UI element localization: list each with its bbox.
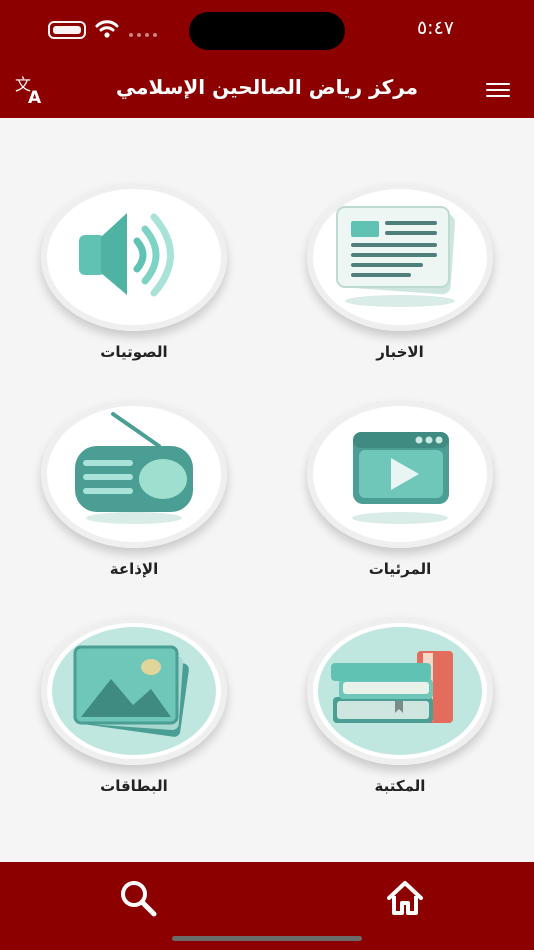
video-player-icon (352, 432, 449, 524)
speaker-icon (79, 213, 174, 297)
page-title: مركز رياض الصالحين الإسلامي (115, 75, 419, 99)
app-header: 文 A مركز رياض الصالحين الإسلامي (0, 60, 534, 118)
status-time: ٥:٤٧ (416, 17, 454, 39)
tile-library[interactable]: المكتبة (307, 617, 497, 817)
tile-audio-circle (41, 183, 227, 331)
tile-cards[interactable]: البطاقات (41, 617, 231, 817)
tile-cards-label: البطاقات (100, 777, 168, 795)
tile-radio-label: الإذاعة (109, 560, 159, 578)
top-bar: ٥:٤٧ 文 A مركز رياض الصالحين الإسلامي (0, 0, 534, 118)
tile-cards-circle (41, 617, 227, 765)
camera-notch (189, 12, 345, 50)
battery-icon (48, 21, 86, 39)
translate-icon[interactable]: 文 A (14, 75, 46, 105)
tile-news[interactable]: الاخبار (307, 183, 497, 383)
picture-cards-icon (52, 627, 216, 755)
newspaper-icon (336, 206, 456, 307)
tile-audio[interactable]: الصوتيات (41, 183, 231, 383)
tile-news-circle (307, 183, 493, 331)
home-icon[interactable] (385, 878, 425, 918)
tile-library-circle (307, 617, 493, 765)
tile-news-label: الاخبار (376, 343, 424, 361)
radio-icon (75, 412, 193, 524)
tile-radio-circle (41, 400, 227, 548)
home-indicator (172, 936, 362, 941)
hamburger-menu-icon[interactable] (486, 79, 510, 101)
tile-radio[interactable]: الإذاعة (41, 400, 231, 600)
books-icon (318, 627, 482, 755)
status-bar: ٥:٤٧ (0, 0, 534, 60)
wifi-icon (95, 20, 119, 38)
tile-video-circle (307, 400, 493, 548)
tile-library-label: المكتبة (374, 777, 426, 795)
search-icon[interactable] (118, 878, 158, 918)
signal-dots-icon (129, 33, 157, 37)
svg-text:A: A (28, 88, 42, 105)
tile-video-label: المرئيات (368, 560, 432, 578)
tile-video[interactable]: المرئيات (307, 400, 497, 600)
tile-audio-label: الصوتيات (100, 343, 168, 361)
